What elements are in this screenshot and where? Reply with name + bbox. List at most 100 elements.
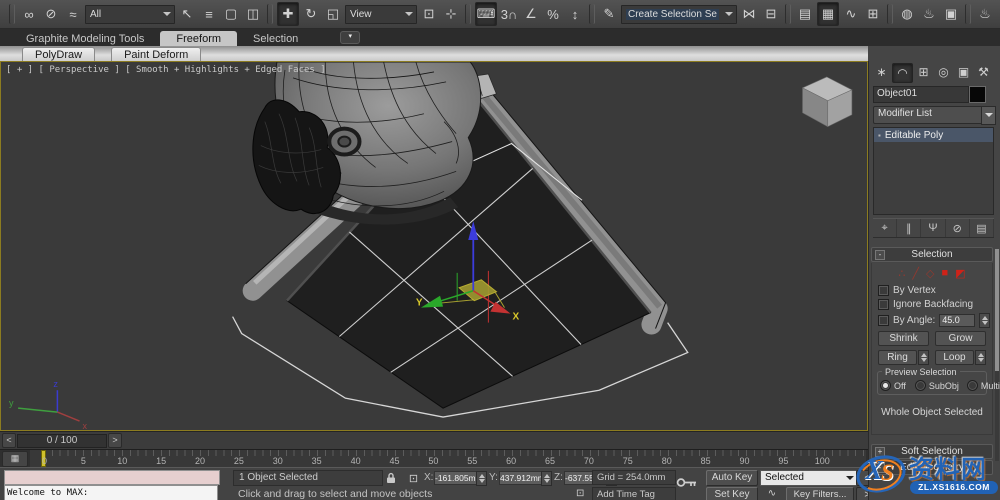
ring-spinner[interactable] [918,350,929,365]
pin-stack-button[interactable]: ⌖ [873,219,898,237]
y-coord-field[interactable]: 437.912mm [499,471,542,485]
by-angle-checkbox[interactable] [878,315,889,326]
element-subobject-icon[interactable]: ◩ [955,267,965,280]
make-unique-button[interactable]: Ψ [921,219,946,237]
subtab-polydraw[interactable]: PolyDraw [22,47,96,61]
select-and-rotate-icon[interactable]: ↻ [301,3,321,25]
modifier-list-arrow[interactable] [981,106,996,125]
stack-item-editable-poly[interactable]: ▪ Editable Poly [874,128,993,142]
maxscript-listener-field[interactable]: Welcome to MAX: [4,485,218,500]
vertex-subobject-icon[interactable]: ∴ [898,267,905,280]
layer-manager-icon[interactable]: ▤ [795,3,815,25]
tab-selection[interactable]: Selection [237,31,314,46]
selection-rollout-header[interactable]: - Selection [871,247,993,262]
key-mode-dropdown[interactable]: Selected [760,470,858,486]
bind-to-space-warp-icon[interactable]: ≈ [63,3,83,25]
unlink-selection-icon[interactable]: ⊘ [41,3,61,25]
schematic-view-icon[interactable]: ⊞ [863,3,883,25]
model-shell[interactable] [252,62,482,214]
key-filters-button[interactable]: Key Filters... [786,487,854,500]
object-name-field[interactable]: Object01 [873,86,969,103]
tab-display[interactable]: ▣ [954,63,973,81]
selection-lock-icon[interactable] [382,471,399,485]
remove-modifier-button[interactable]: ⊘ [946,219,970,237]
selection-filter-dropdown[interactable]: All [85,4,175,24]
spinner-snap-icon[interactable]: ↕ [565,3,585,25]
macro-recorder-field[interactable] [4,470,220,485]
by-angle-field[interactable]: 45.0 [939,314,976,327]
by-vertex-checkbox[interactable] [878,285,889,296]
rollout-scrollbar[interactable] [995,249,999,461]
preview-subobj-radio[interactable] [914,380,926,391]
rendered-frame-window-icon[interactable]: ▣ [941,3,961,25]
mirror-icon[interactable]: ⋈ [739,3,759,25]
use-pivot-point-center-icon[interactable]: ⊡ [419,3,439,25]
add-time-tag-field[interactable]: Add Time Tag [592,487,676,500]
y-coord-spinner[interactable] [541,471,552,486]
reference-coordinate-dropdown[interactable]: View [345,4,417,24]
viewport-label[interactable]: [ + ] [ Perspective ] [ Smooth + Highlig… [6,65,326,75]
absolute-mode-icon[interactable]: ⊡ [405,471,422,485]
preview-multi-radio[interactable] [966,380,978,391]
material-editor-icon[interactable]: ◍ [897,3,917,25]
select-by-name-icon[interactable]: ≡ [199,3,219,25]
time-slider-next-button[interactable]: > [108,433,122,448]
edit-named-selection-sets-icon[interactable]: ✎ [599,3,619,25]
x-coord-field[interactable]: -161.805m [434,471,477,485]
show-end-result-button[interactable]: ∥ [897,219,922,237]
curve-editor-icon[interactable]: ∿ [841,3,861,25]
rollout-scrollbar-thumb[interactable] [995,249,999,371]
track-bar-ruler[interactable]: 0 5 10 15 20 25 30 35 40 45 50 55 60 65 70 75 80 85 90 95 10… [30,450,866,467]
default-in-out-tangents-icon[interactable]: ∿ [762,487,782,500]
auto-key-button[interactable]: Auto Key [706,470,758,486]
set-keys-key-icon[interactable] [676,476,698,492]
percent-snap-icon[interactable]: % [543,3,563,25]
edge-subobject-icon[interactable]: ╱ [912,267,919,280]
select-and-link-icon[interactable]: ∞ [19,3,39,25]
view-cube[interactable] [801,76,853,128]
subtab-paint-deform[interactable]: Paint Deform [111,47,202,61]
named-selection-sets-dropdown[interactable]: Create Selection Se [621,4,737,24]
border-subobject-icon[interactable]: ◇ [926,267,934,280]
tab-freeform[interactable]: Freeform [160,31,238,46]
tab-graphite-modeling-tools[interactable]: Graphite Modeling Tools [10,31,160,46]
loop-spinner[interactable] [975,350,986,365]
grow-button[interactable]: Grow [935,331,986,346]
collapse-icon[interactable]: - [875,250,885,260]
polygon-subobject-icon[interactable]: ■ [942,267,949,280]
align-icon[interactable]: ⊟ [761,3,781,25]
graphite-ribbon-toggle-icon[interactable]: ▦ [817,2,839,26]
ignore-backfacing-checkbox[interactable] [878,299,889,310]
tab-create[interactable]: ∗ [872,63,891,81]
snaps-toggle-3d-icon[interactable]: 3∩ [499,3,519,25]
select-and-move-icon[interactable]: ✚ [277,2,299,26]
configure-modifier-sets-button[interactable]: ▤ [970,219,995,237]
tab-motion[interactable]: ◎ [934,63,953,81]
keyboard-shortcut-override-icon[interactable]: ⌨ [475,2,497,26]
ring-button[interactable]: Ring [878,350,917,365]
modifier-stack[interactable]: ▪ Editable Poly [873,127,994,215]
select-and-scale-icon[interactable]: ◱ [323,3,343,25]
object-color-swatch[interactable] [969,86,986,103]
ribbon-minimize-button[interactable]: ▾ [340,31,361,44]
modifier-list-dropdown[interactable]: Modifier List [873,106,990,124]
tab-utilities[interactable]: ⚒ [974,63,993,81]
tab-hierarchy[interactable]: ⊞ [914,63,933,81]
time-slider-prev-button[interactable]: < [2,433,16,448]
select-and-manipulate-icon[interactable]: ⊹ [441,3,461,25]
loop-button[interactable]: Loop [935,350,974,365]
mini-curve-editor-button[interactable]: ▦ [2,451,28,467]
window-crossing-toggle-icon[interactable]: ◫ [243,3,263,25]
by-angle-spinner[interactable] [979,313,991,328]
perspective-viewport[interactable]: Y X z y x [+] [Perspective] [Smooth… [0,61,868,431]
render-setup-icon[interactable]: ♨ [919,3,939,25]
tab-modify[interactable]: ◠ [892,63,913,83]
render-iterative-icon[interactable]: ♨ [975,3,995,25]
time-slider-field[interactable]: 0 / 100 [17,433,107,448]
preview-off-radio[interactable] [880,380,891,391]
angle-snap-icon[interactable]: ∠ [521,3,541,25]
rectangular-selection-region-icon[interactable]: ▢ [221,3,241,25]
shrink-button[interactable]: Shrink [878,331,929,346]
x-coord-spinner[interactable] [476,471,487,486]
set-key-button[interactable]: Set Key [706,487,758,500]
